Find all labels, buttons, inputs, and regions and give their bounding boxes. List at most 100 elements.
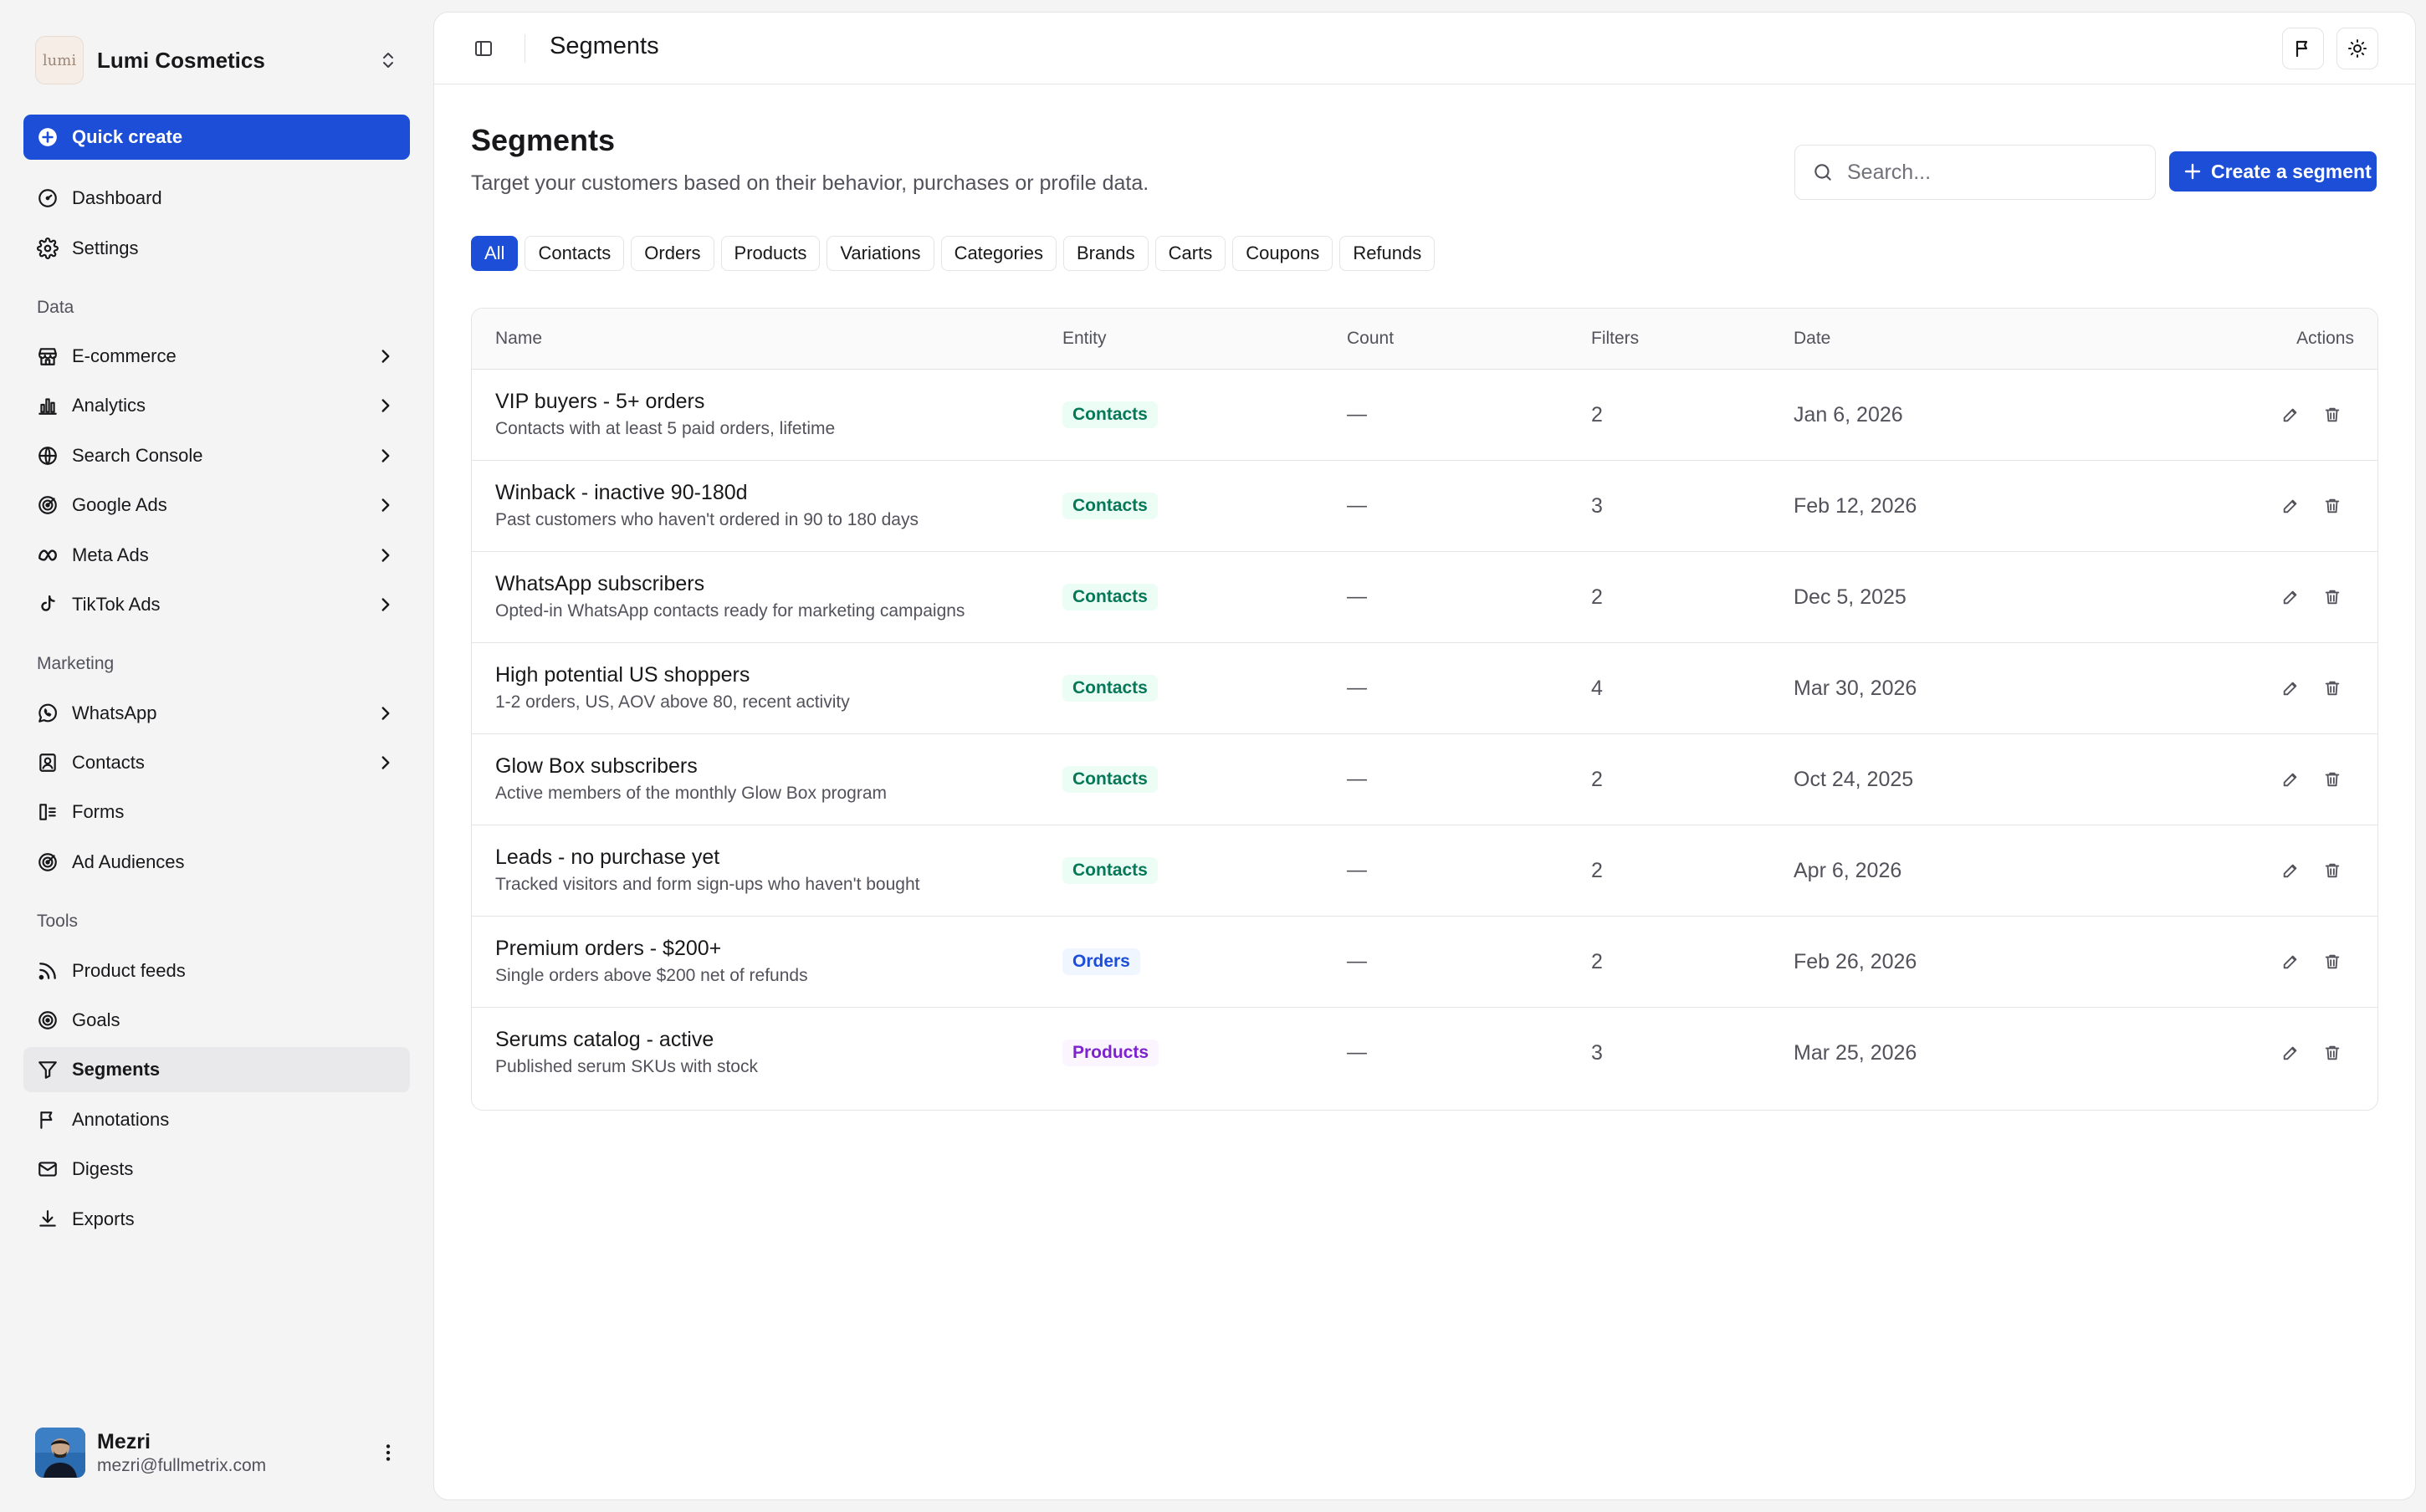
contacts-icon [37, 752, 59, 774]
delete-trash-icon[interactable] [2321, 950, 2344, 973]
edit-pencil-icon[interactable] [2279, 677, 2302, 700]
segment-name[interactable]: Glow Box subscribers [495, 754, 887, 779]
sidebar-item-digests[interactable]: Digests [23, 1147, 410, 1192]
quick-create-button[interactable]: Quick create [23, 115, 410, 160]
sidebar-item-tiktok-ads[interactable]: TikTok Ads [23, 582, 410, 627]
sidebar-item-search-console[interactable]: Search Console [23, 433, 410, 478]
column-header-name: Name [495, 329, 543, 348]
quick-create-label: Quick create [72, 126, 183, 147]
more-vertical-icon[interactable] [371, 1436, 405, 1469]
section-label-data: Data [37, 298, 74, 317]
sidebar-item-forms[interactable]: Forms [23, 789, 410, 835]
theme-toggle-button[interactable] [2336, 28, 2378, 69]
column-header-count: Count [1347, 329, 1395, 348]
segment-name[interactable]: WhatsApp subscribers [495, 572, 965, 596]
entity-badge: Products [1062, 1040, 1159, 1066]
column-header-entity: Entity [1062, 329, 1107, 348]
search-field[interactable] [1794, 145, 2156, 200]
table-row[interactable]: Serums catalog - active Published serum S… [472, 1008, 2377, 1099]
table-row[interactable]: Leads - no purchase yet Tracked visitors … [472, 825, 2377, 917]
segment-name[interactable]: Winback - inactive 90-180d [495, 481, 919, 505]
sidebar-item-label: Search Console [72, 445, 203, 466]
search-icon [1812, 161, 1834, 183]
table-row[interactable]: Premium orders - $200+ Single orders abov… [472, 917, 2377, 1008]
edit-pencil-icon[interactable] [2279, 859, 2302, 882]
segment-description: Opted-in WhatsApp contacts ready for mar… [495, 601, 965, 621]
tab-brands[interactable]: Brands [1062, 236, 1149, 271]
sidebar-item-settings[interactable]: Settings [23, 226, 410, 271]
segment-date: Mar 25, 2026 [1794, 1041, 1917, 1065]
edit-pencil-icon[interactable] [2279, 768, 2302, 791]
delete-trash-icon[interactable] [2321, 859, 2344, 882]
sidebar-item-analytics[interactable]: Analytics [23, 383, 410, 428]
segment-name[interactable]: Premium orders - $200+ [495, 937, 808, 961]
segment-description: Contacts with at least 5 paid orders, li… [495, 419, 836, 438]
workspace-name: Lumi Cosmetics [97, 47, 265, 73]
sidebar-item-product-feeds[interactable]: Product feeds [23, 948, 410, 994]
sidebar-item-ad-audiences[interactable]: Ad Audiences [23, 840, 410, 885]
table-row[interactable]: VIP buyers - 5+ orders Contacts with at l… [472, 370, 2377, 461]
table-row[interactable]: WhatsApp subscribers Opted-in WhatsApp co… [472, 552, 2377, 643]
mail-icon [37, 1158, 59, 1180]
create-segment-button[interactable]: Create a segment [2169, 151, 2377, 192]
sidebar-item-google-ads[interactable]: Google Ads [23, 483, 410, 528]
tab-carts[interactable]: Carts [1154, 236, 1226, 271]
edit-pencil-icon[interactable] [2279, 403, 2302, 427]
tab-variations[interactable]: Variations [827, 236, 934, 271]
segment-description: Published serum SKUs with stock [495, 1057, 758, 1076]
sidebar-item-dashboard[interactable]: Dashboard [23, 176, 410, 221]
sidebar-item-label: Product feeds [72, 960, 186, 981]
tab-products[interactable]: Products [720, 236, 821, 271]
segment-name[interactable]: High potential US shoppers [495, 663, 850, 687]
segment-count: — [1347, 859, 1367, 881]
segment-filters: 2 [1591, 585, 1603, 609]
flag-icon [2293, 38, 2313, 59]
segment-name[interactable]: Leads - no purchase yet [495, 845, 920, 870]
annotations-button[interactable] [2282, 28, 2324, 69]
segment-filters: 2 [1591, 950, 1603, 973]
edit-pencil-icon[interactable] [2279, 585, 2302, 609]
delete-trash-icon[interactable] [2321, 585, 2344, 609]
sidebar-item-exports[interactable]: Exports [23, 1197, 410, 1242]
page-title: Segments [471, 123, 616, 157]
chevron-right-icon [375, 752, 397, 774]
edit-pencil-icon[interactable] [2279, 950, 2302, 973]
sidebar-item-contacts[interactable]: Contacts [23, 740, 410, 785]
sidebar-item-annotations[interactable]: Annotations [23, 1097, 410, 1142]
sidebar-item-segments[interactable]: Segments [23, 1047, 410, 1092]
chevrons-up-down-icon[interactable] [371, 43, 405, 77]
delete-trash-icon[interactable] [2321, 768, 2344, 791]
delete-trash-icon[interactable] [2321, 677, 2344, 700]
sidebar-toggle-icon[interactable] [469, 34, 498, 63]
table-row[interactable]: Winback - inactive 90-180d Past customers… [472, 461, 2377, 552]
segment-name[interactable]: Serums catalog - active [495, 1028, 758, 1052]
sidebar-item-meta-ads[interactable]: Meta Ads [23, 533, 410, 578]
sidebar-item-label: WhatsApp [72, 702, 157, 723]
tab-orders[interactable]: Orders [631, 236, 714, 271]
sidebar-item-ecommerce[interactable]: E-commerce [23, 334, 410, 379]
table-header: Name Entity Count Filters Date Actions [472, 309, 2377, 370]
table-row[interactable]: High potential US shoppers 1-2 orders, US… [472, 643, 2377, 734]
edit-pencil-icon[interactable] [2279, 1041, 2302, 1065]
delete-trash-icon[interactable] [2321, 1041, 2344, 1065]
user-profile[interactable]: Mezri mezri@fullmetrix.com [23, 1422, 410, 1484]
sidebar-item-goals[interactable]: Goals [23, 998, 410, 1043]
edit-pencil-icon[interactable] [2279, 494, 2302, 518]
sidebar-item-whatsapp[interactable]: WhatsApp [23, 691, 410, 736]
segment-name[interactable]: VIP buyers - 5+ orders [495, 390, 835, 414]
sidebar-item-label: Digests [72, 1158, 134, 1179]
tab-refunds[interactable]: Refunds [1339, 236, 1436, 271]
entity-badge: Contacts [1062, 584, 1158, 610]
workspace-switcher[interactable]: lumi Lumi Cosmetics [23, 12, 408, 109]
rss-icon [37, 960, 59, 982]
tab-contacts[interactable]: Contacts [525, 236, 625, 271]
tab-coupons[interactable]: Coupons [1232, 236, 1333, 271]
delete-trash-icon[interactable] [2321, 403, 2344, 427]
segment-count: — [1347, 950, 1367, 973]
column-header-actions: Actions [2296, 329, 2354, 348]
table-row[interactable]: Glow Box subscribers Active members of th… [472, 734, 2377, 825]
tab-categories[interactable]: Categories [940, 236, 1057, 271]
search-input[interactable] [1847, 160, 2132, 185]
delete-trash-icon[interactable] [2321, 494, 2344, 518]
tab-all[interactable]: All [471, 236, 519, 271]
